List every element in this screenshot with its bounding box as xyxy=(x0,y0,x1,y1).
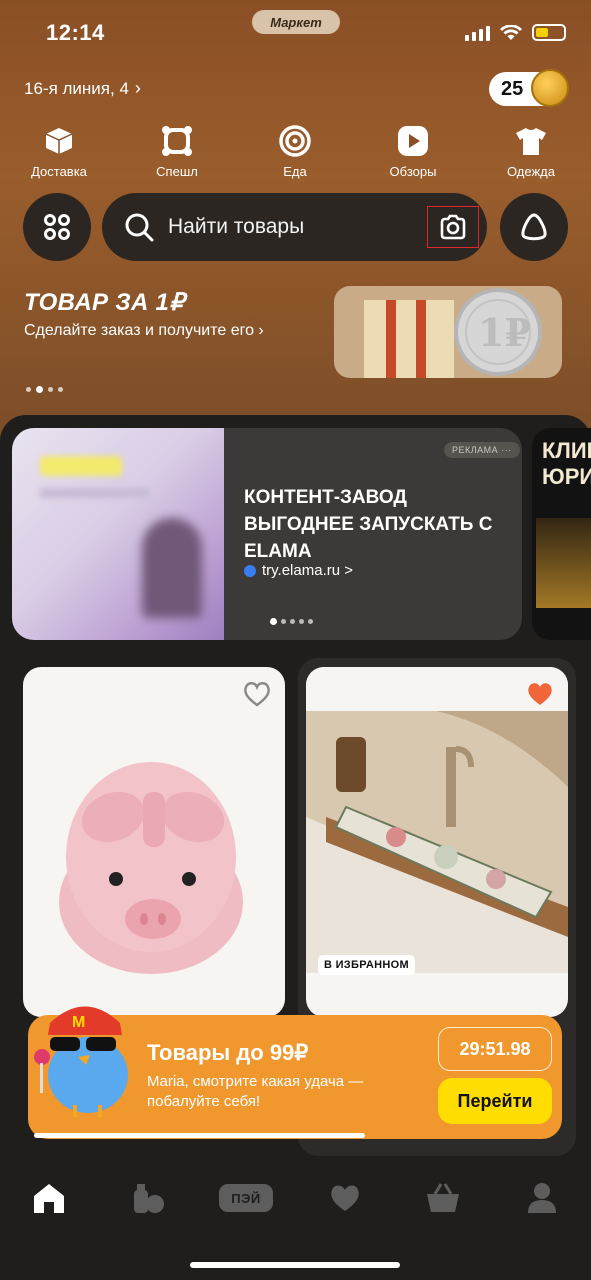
ad-card-next[interactable]: КЛИЕ ЮРИС xyxy=(532,428,591,640)
catalog-button[interactable] xyxy=(23,193,91,261)
search-bar[interactable]: Найти товары xyxy=(102,193,487,261)
promo-image[interactable]: 1₽ xyxy=(334,286,562,378)
heart-icon xyxy=(331,1185,359,1211)
banner-subtitle: Maria, смотрите какая удача — побалуйте … xyxy=(147,1073,364,1110)
product-card[interactable]: В ИЗБРАННОМ xyxy=(306,667,568,1017)
category-special[interactable]: Спешл xyxy=(118,124,236,179)
mascot-bird-icon: M xyxy=(34,1006,128,1117)
search-icon xyxy=(125,213,154,242)
special-icon xyxy=(160,124,194,158)
ad-badge[interactable]: РЕКЛАМА ··· xyxy=(444,442,520,458)
status-time: 12:14 xyxy=(46,20,105,45)
status-icons xyxy=(465,24,566,41)
tshirt-icon xyxy=(514,124,548,158)
product-card[interactable] xyxy=(23,667,285,1017)
heart-outline-icon xyxy=(244,682,270,707)
grid-icon xyxy=(44,214,70,240)
battery-icon xyxy=(532,24,566,41)
info-icon xyxy=(244,564,256,577)
category-delivery[interactable]: Доставка xyxy=(0,124,118,179)
category-label: Еда xyxy=(283,164,307,179)
alice-icon xyxy=(521,213,547,241)
ad-title: КОНТЕНТ-ЗАВОД ВЫГОДНЕЕ ЗАПУСКАТЬ С ELAMA xyxy=(244,487,493,562)
go-button[interactable]: Перейти xyxy=(438,1078,552,1124)
alice-button[interactable] xyxy=(500,193,568,261)
box-icon xyxy=(42,124,76,158)
play-icon xyxy=(396,124,430,158)
category-label: Одежда xyxy=(506,164,555,179)
wifi-icon xyxy=(500,24,522,40)
profile-icon xyxy=(528,1183,556,1213)
favorite-button[interactable] xyxy=(243,681,271,712)
category-food[interactable]: Еда xyxy=(236,124,354,179)
promo-title[interactable]: ТОВАР ЗА 1₽ xyxy=(24,288,185,317)
tab-pay[interactable]: ПЭЙ xyxy=(218,1180,274,1216)
basket-icon xyxy=(427,1183,459,1212)
heart-filled-icon xyxy=(528,683,552,705)
category-clothes[interactable]: Одежда xyxy=(472,124,590,179)
signal-icon xyxy=(465,25,490,41)
tab-cart[interactable] xyxy=(423,1180,463,1216)
banner-title: Товары до 99₽ xyxy=(147,1040,309,1065)
camera-search-button[interactable] xyxy=(427,206,479,248)
app-pill[interactable]: Маркет xyxy=(252,10,340,34)
ad-link[interactable]: try.elama.ru > xyxy=(244,562,353,579)
promo-subtitle[interactable]: Сделайте заказ и получите его › xyxy=(24,322,264,340)
home-indicator xyxy=(190,1262,400,1268)
address-text: 16-я линия, 4 xyxy=(24,78,129,98)
favorite-button[interactable] xyxy=(526,681,554,712)
category-label: Доставка xyxy=(31,164,87,179)
tab-catalog[interactable] xyxy=(128,1180,168,1216)
tab-profile[interactable] xyxy=(522,1180,562,1216)
address-selector[interactable]: 16-я линия, 4 › xyxy=(24,78,141,99)
chevron-right-icon: › xyxy=(134,78,141,98)
svg-text:1₽: 1₽ xyxy=(478,310,531,355)
category-row: Доставка Спешл Еда Обзоры Одежда xyxy=(0,124,591,179)
products-icon xyxy=(134,1184,164,1213)
favorite-tag: В ИЗБРАННОМ xyxy=(318,955,415,975)
category-reviews[interactable]: Обзоры xyxy=(354,124,472,179)
svg-text:M: M xyxy=(72,1014,85,1031)
coins-count: 25 xyxy=(501,77,524,100)
tab-home[interactable] xyxy=(29,1180,69,1216)
search-input[interactable]: Найти товары xyxy=(168,215,427,239)
ad-card[interactable]: РЕКЛАМА ··· КОНТЕНТ-ЗАВОД ВЫГОДНЕЕ ЗАПУС… xyxy=(12,428,522,640)
promo-pagination xyxy=(26,386,63,393)
coin-icon xyxy=(531,69,569,107)
food-icon xyxy=(278,124,312,158)
tab-favorites[interactable] xyxy=(325,1180,365,1216)
category-label: Спешл xyxy=(156,164,198,179)
category-label: Обзоры xyxy=(389,164,437,179)
home-icon xyxy=(34,1184,64,1213)
camera-icon xyxy=(440,214,466,240)
ad-image xyxy=(12,428,224,640)
ad-link-text: try.elama.ru > xyxy=(262,562,354,579)
pay-label: ПЭЙ xyxy=(219,1184,273,1212)
banner-timer: 29:51.98 xyxy=(438,1027,552,1071)
ad-next-title: КЛИЕ ЮРИС xyxy=(542,438,591,489)
product-image xyxy=(59,762,243,974)
coins-balance[interactable]: 25 xyxy=(489,69,569,107)
ad-pagination xyxy=(270,618,313,625)
banner-progress xyxy=(34,1133,365,1138)
